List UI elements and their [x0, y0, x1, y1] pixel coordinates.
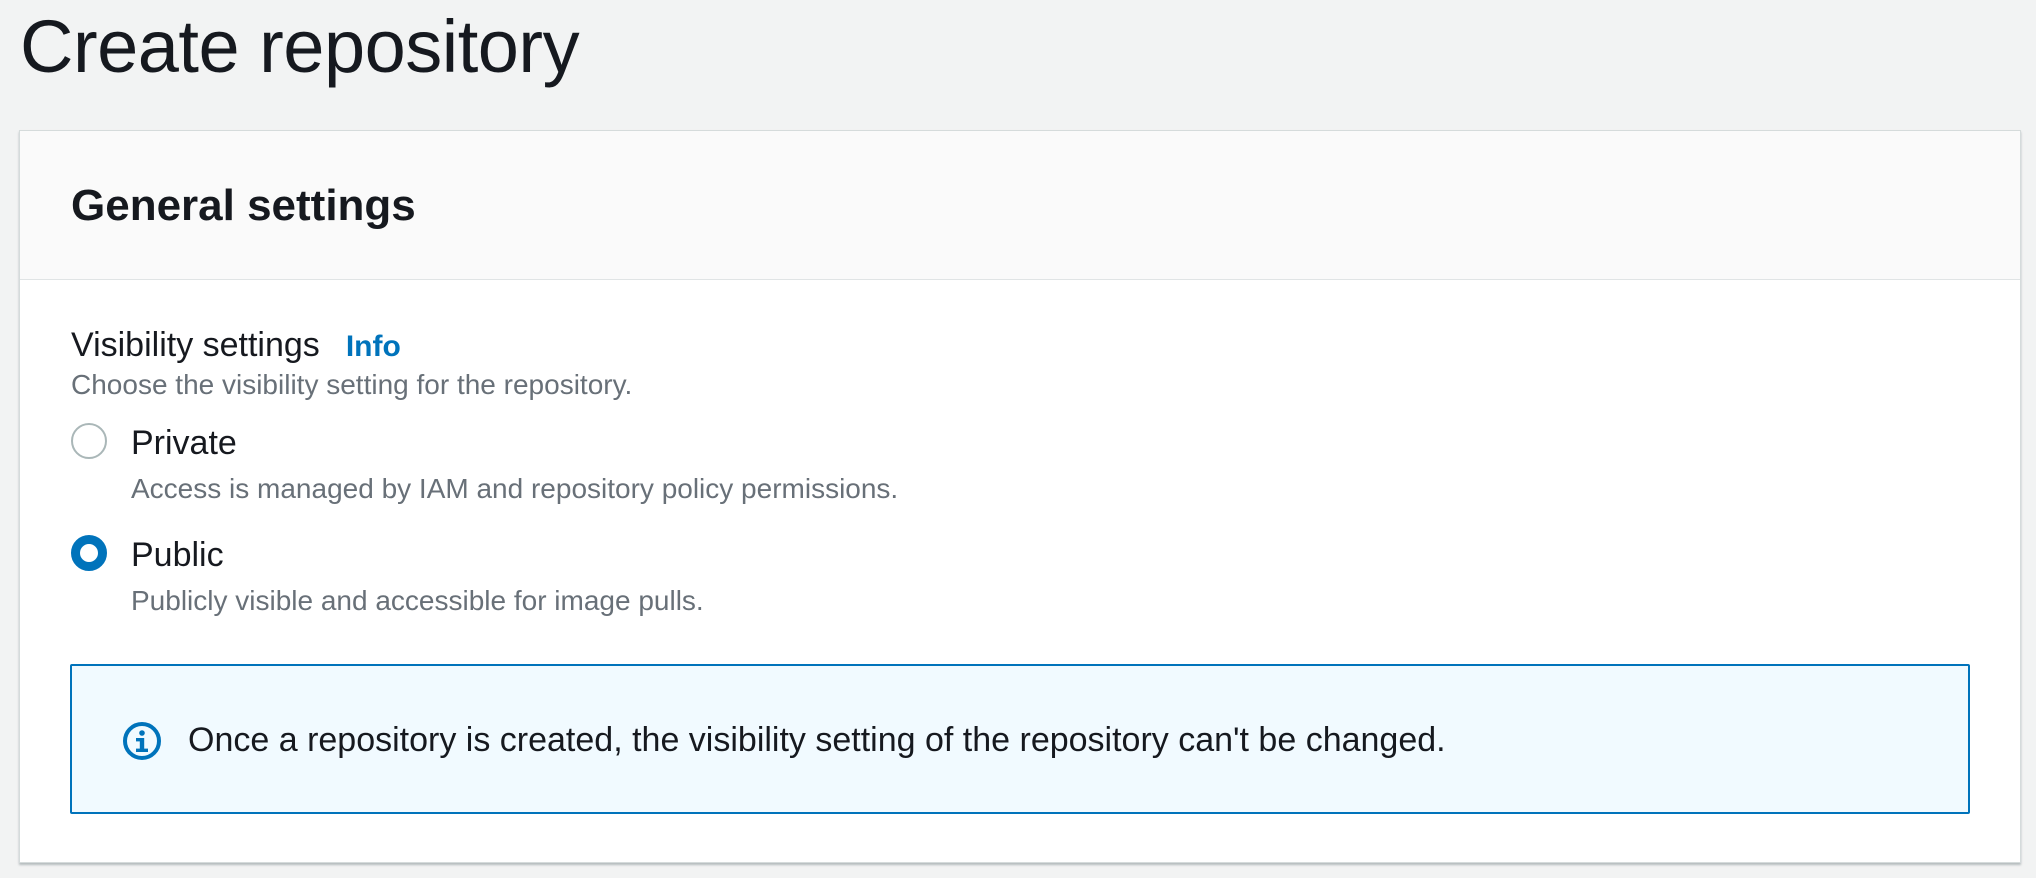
visibility-settings-label: Visibility settings	[71, 326, 320, 364]
public-radio-button[interactable]	[71, 535, 107, 571]
private-radio-label[interactable]: Private	[131, 421, 237, 465]
private-radio-description: Access is managed by IAM and repository …	[131, 473, 899, 504]
visibility-info-alert: Once a repository is created, the visibi…	[70, 664, 1970, 814]
visibility-description: Choose the visibility setting for the re…	[71, 369, 633, 400]
page-title: Create repository	[20, 5, 580, 88]
visibility-label-row: Visibility settings Info	[71, 321, 401, 369]
info-link[interactable]: Info	[346, 330, 401, 364]
public-radio-description: Publicly visible and accessible for imag…	[131, 585, 704, 616]
panel-title: General settings	[71, 181, 416, 230]
alert-message: Once a repository is created, the visibi…	[188, 721, 1446, 759]
public-radio-label[interactable]: Public	[131, 533, 224, 577]
info-circle-icon	[123, 722, 161, 760]
private-radio-button[interactable]	[71, 423, 107, 459]
panel-header: General settings	[20, 131, 2020, 280]
general-settings-panel: General settings Visibility settings Inf…	[19, 130, 2021, 863]
